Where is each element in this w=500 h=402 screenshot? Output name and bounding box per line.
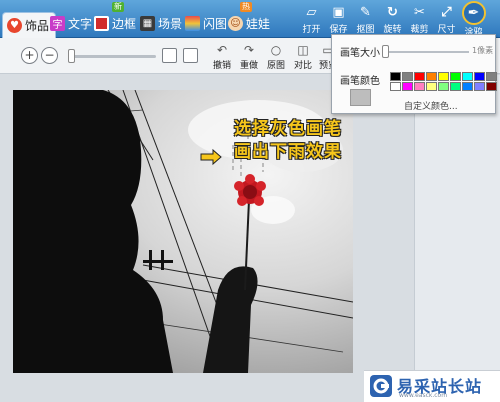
color-swatch[interactable]	[474, 82, 485, 91]
color-swatch[interactable]	[462, 72, 473, 81]
top-bar: ♥ 饰品 字 文字 新 边框 ▦ 场景 闪图 热 ☺ 娃娃 ▱ 打开 ▣ 保存 …	[0, 0, 500, 38]
zoom-slider-handle[interactable]	[68, 49, 75, 63]
original-icon: ○	[270, 43, 282, 57]
color-swatch[interactable]	[450, 72, 461, 81]
redo-button[interactable]: ↷ 重做	[236, 43, 262, 71]
brush-size-handle[interactable]	[382, 45, 389, 58]
color-swatch[interactable]	[438, 72, 449, 81]
site-url: www.easck.com	[399, 392, 448, 399]
resize-button[interactable]: ⤢ 尺寸	[433, 4, 460, 38]
rotate-button[interactable]: ↻ 旋转	[379, 4, 406, 38]
original-button[interactable]: ○ 原图	[263, 43, 289, 71]
right-panel	[414, 75, 500, 402]
scene-icon: ▦	[140, 15, 155, 31]
brush-settings-popup: 画笔大小 1像素 画笔颜色 自定义颜色...	[331, 34, 497, 114]
tab-text[interactable]: 字 文字	[48, 11, 92, 35]
tab-scene[interactable]: ▦ 场景	[138, 11, 182, 35]
redo-icon: ↷	[243, 43, 255, 57]
fit-window-icon[interactable]	[162, 48, 177, 63]
color-swatch[interactable]	[474, 72, 485, 81]
color-swatch[interactable]	[402, 82, 413, 91]
tab-doll[interactable]: 热 ☺ 娃娃	[226, 2, 271, 35]
heart-icon: ♥	[7, 18, 22, 33]
tab-label: 场景	[158, 16, 183, 31]
folder-icon: ▱	[306, 5, 317, 20]
doodle-button[interactable]: ✒ 涂鸦	[460, 1, 487, 38]
doll-icon: ☺	[228, 15, 243, 31]
color-swatch[interactable]	[426, 72, 437, 81]
tab-label: 边框	[112, 16, 137, 31]
cutout-button[interactable]: ✎ 抠图	[352, 4, 379, 38]
brush-color-label: 画笔颜色	[340, 76, 380, 87]
save-icon: ▣	[332, 5, 345, 20]
color-swatch[interactable]	[486, 82, 497, 91]
color-swatch[interactable]	[390, 82, 401, 91]
color-swatch[interactable]	[450, 82, 461, 91]
paintbrush-icon: ✒	[461, 1, 486, 25]
zoom-out-icon[interactable]: −	[41, 47, 58, 64]
resize-icon: ⤢	[441, 5, 452, 20]
red-flower	[234, 174, 266, 206]
brush-size-slider[interactable]	[383, 51, 469, 53]
selected-color-preview	[350, 89, 371, 106]
brush-size-value: 1像素	[472, 46, 494, 55]
text-icon: 字	[50, 15, 65, 31]
color-swatch[interactable]	[438, 82, 449, 91]
main-toolbar: ▱ 打开 ▣ 保存 ✎ 抠图 ↻ 旋转 ✂ 裁剪 ⤢ 尺寸 ✒ 涂鸦	[298, 1, 487, 38]
color-swatch[interactable]	[426, 82, 437, 91]
crop-icon: ✂	[414, 5, 425, 20]
save-button[interactable]: ▣ 保存	[325, 4, 352, 38]
color-swatch[interactable]	[462, 82, 473, 91]
actual-size-icon[interactable]	[183, 48, 198, 63]
color-swatch[interactable]	[414, 72, 425, 81]
color-palette	[390, 72, 497, 91]
undo-button[interactable]: ↶ 撤销	[209, 43, 235, 71]
color-swatch[interactable]	[486, 72, 497, 81]
tab-label: 闪图	[203, 16, 228, 31]
flash-icon	[185, 15, 200, 31]
custom-color-link[interactable]: 自定义颜色...	[404, 99, 458, 112]
open-button[interactable]: ▱ 打开	[298, 4, 325, 38]
tab-label: 饰品	[25, 19, 50, 33]
zoom-slider[interactable]	[70, 55, 156, 58]
tab-label: 娃娃	[246, 16, 271, 31]
tutorial-annotation: 选择灰色画笔 画出下雨效果	[234, 118, 384, 164]
frame-icon	[94, 15, 109, 31]
color-swatch[interactable]	[414, 82, 425, 91]
annotation-line-2: 画出下雨效果	[234, 142, 342, 162]
tab-flash[interactable]: 闪图	[183, 11, 227, 35]
site-logo-icon	[370, 375, 392, 397]
tab-frame[interactable]: 新 边框	[92, 2, 137, 35]
watermark: 易采站长站 www.easck.com	[364, 370, 500, 402]
compare-button[interactable]: ◫ 对比	[290, 43, 316, 71]
hot-badge: 热	[240, 2, 252, 12]
zoom-in-icon[interactable]: +	[21, 47, 38, 64]
rotate-icon: ↻	[387, 5, 398, 20]
cutout-icon: ✎	[360, 5, 371, 20]
undo-icon: ↶	[216, 43, 228, 57]
compare-icon: ◫	[297, 43, 309, 57]
tab-label: 文字	[68, 16, 93, 31]
new-badge: 新	[112, 2, 124, 12]
color-swatch[interactable]	[390, 72, 401, 81]
crop-button[interactable]: ✂ 裁剪	[406, 4, 433, 38]
brush-size-label: 画笔大小	[340, 48, 380, 59]
annotation-line-1: 选择灰色画笔	[234, 119, 342, 139]
app-window: ♥ 饰品 字 文字 新 边框 ▦ 场景 闪图 热 ☺ 娃娃 ▱ 打开 ▣ 保存 …	[0, 0, 500, 402]
color-swatch[interactable]	[402, 72, 413, 81]
